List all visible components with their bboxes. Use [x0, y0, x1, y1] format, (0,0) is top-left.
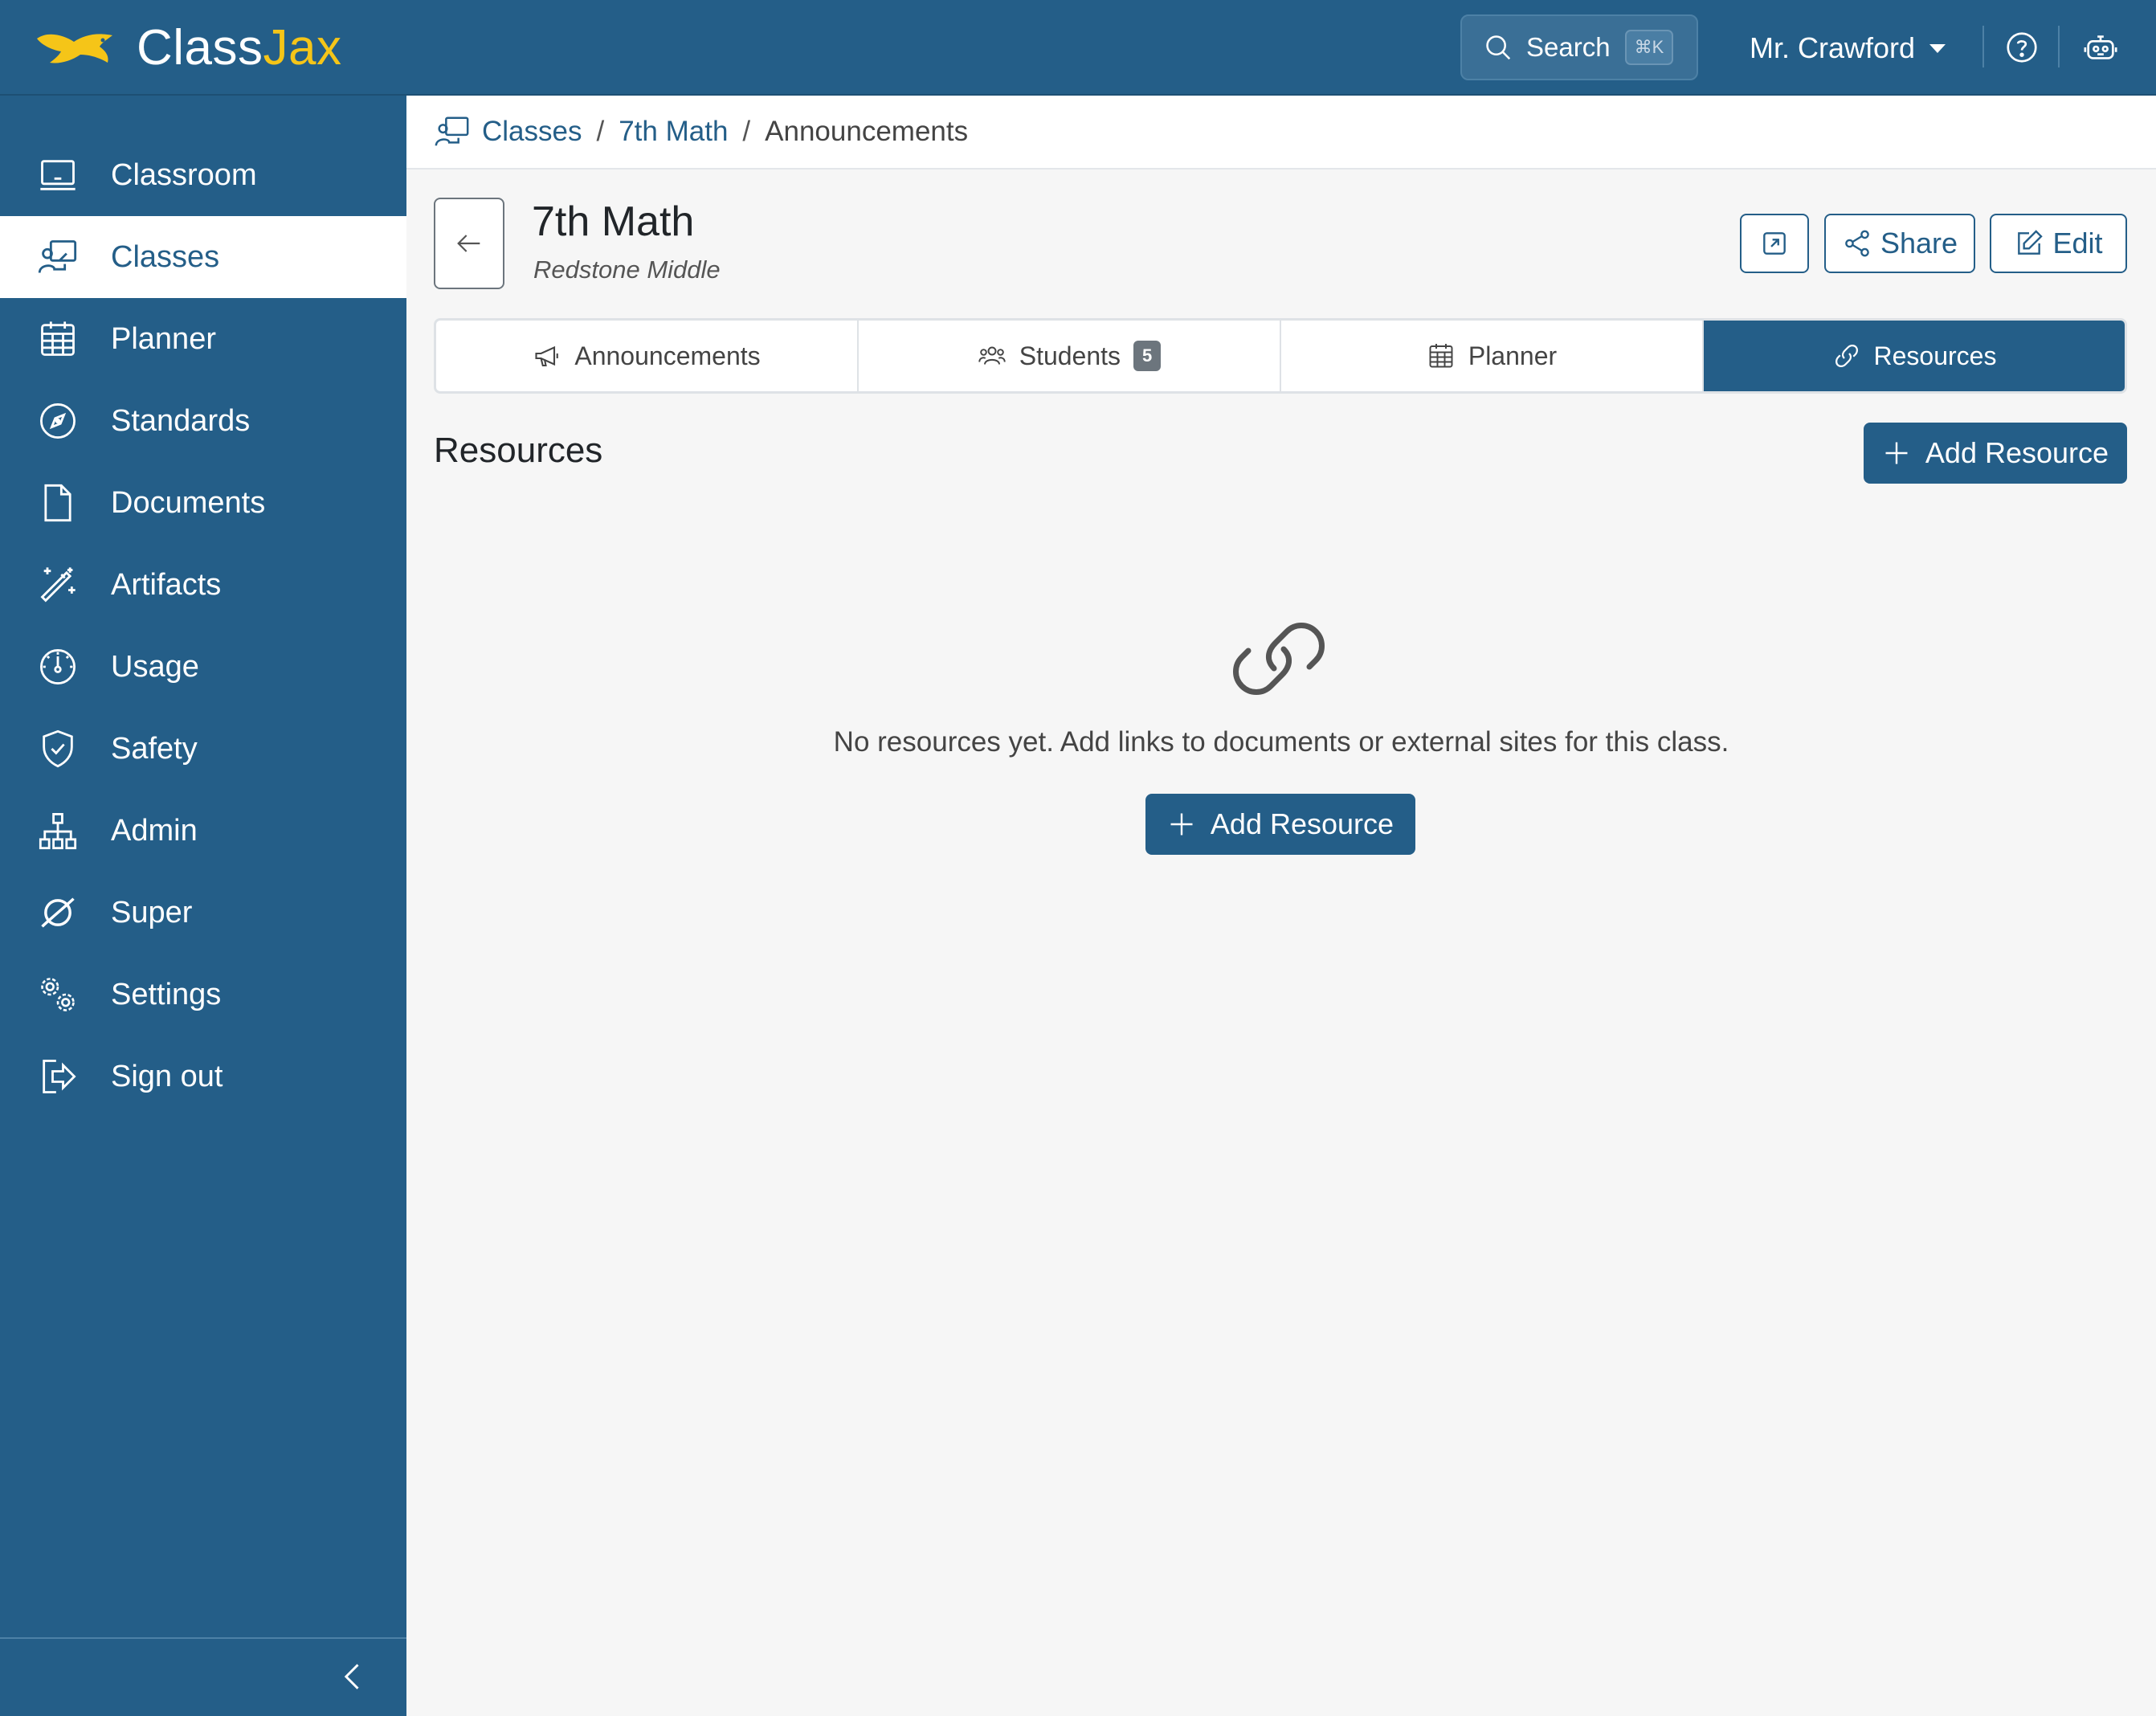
sidebar-item-label: Documents	[111, 485, 266, 520]
sidebar-item-standards[interactable]: Standards	[0, 380, 406, 462]
search-icon	[1486, 35, 1511, 60]
add-resource-label: Add Resource	[1210, 807, 1394, 840]
add-resource-label: Add Resource	[1925, 436, 2109, 469]
students-count-badge: 5	[1133, 341, 1162, 371]
chevron-down-icon	[1929, 43, 1946, 53]
shield-check-icon	[35, 726, 80, 771]
sidebar-item-label: Artifacts	[111, 567, 222, 602]
calendar-icon	[1429, 344, 1453, 368]
people-icon	[978, 346, 1006, 365]
user-name: Mr. Crawford	[1750, 31, 1916, 64]
megaphone-icon	[535, 345, 559, 367]
calendar-grid-icon	[35, 317, 80, 362]
document-icon	[35, 480, 80, 525]
share-label: Share	[1880, 227, 1958, 259]
gears-icon	[35, 972, 80, 1017]
school-name: Redstone Middle	[533, 255, 721, 284]
teacher-board-icon	[35, 235, 80, 280]
breadcrumb-link-class[interactable]: 7th Math	[619, 116, 728, 148]
edit-label: Edit	[2052, 227, 2103, 259]
compass-icon	[35, 398, 80, 443]
tab-resources[interactable]: Resources	[1704, 321, 2125, 391]
sidebar-item-label: Planner	[111, 321, 216, 356]
section-title: Resources	[434, 431, 603, 470]
sidebar-item-label: Usage	[111, 649, 199, 684]
top-navbar: ClassJax Search ⌘K Mr. Crawford	[0, 0, 2156, 96]
tab-planner[interactable]: Planner	[1281, 321, 1704, 391]
plus-icon	[1885, 442, 1908, 464]
empty-add-resource-button[interactable]: Add Resource	[1145, 794, 1415, 855]
search-shortcut: ⌘K	[1624, 30, 1674, 65]
tab-label: Planner	[1468, 341, 1558, 370]
class-tabs: Announcements Students 5 Planner Resourc…	[434, 318, 2127, 394]
search-label: Search	[1526, 32, 1611, 62]
robot-icon[interactable]	[2082, 29, 2119, 66]
add-resource-button[interactable]: Add Resource	[1864, 423, 2127, 484]
open-external-button[interactable]	[1740, 214, 1809, 273]
sidebar-item-planner[interactable]: Planner	[0, 298, 406, 380]
sidebar-item-label: Sign out	[111, 1059, 223, 1093]
magic-wand-icon	[35, 562, 80, 607]
brand[interactable]: ClassJax	[32, 18, 342, 79]
sidebar: Classroom Classes Planner Standards Docu…	[0, 96, 406, 1716]
help-icon[interactable]	[2003, 29, 2040, 66]
arrow-left-icon	[457, 235, 480, 252]
plus-icon	[1170, 813, 1193, 836]
empty-state-message: No resources yet. Add links to documents…	[833, 726, 1729, 758]
breadcrumb-separator: /	[596, 116, 605, 147]
sidebar-item-safety[interactable]: Safety	[0, 708, 406, 790]
tab-announcements[interactable]: Announcements	[436, 321, 859, 391]
collapse-sidebar-button[interactable]	[331, 1654, 376, 1699]
breadcrumb-current: Announcements	[765, 116, 969, 147]
planet-icon	[35, 890, 80, 935]
edit-icon	[2018, 230, 2044, 255]
sidebar-item-super[interactable]: Super	[0, 872, 406, 954]
breadcrumb-separator: /	[742, 116, 751, 147]
sidebar-item-usage[interactable]: Usage	[0, 626, 406, 708]
breadcrumb: Classes / 7th Math / Announcements	[406, 96, 2156, 170]
back-button[interactable]	[434, 198, 504, 289]
breadcrumb-link-classes[interactable]: Classes	[482, 116, 582, 148]
tab-label: Students	[1019, 341, 1121, 370]
divider	[1982, 26, 1984, 67]
brand-name: ClassJax	[137, 20, 342, 76]
page-title: 7th Math	[532, 198, 695, 245]
sidebar-item-classroom[interactable]: Classroom	[0, 134, 406, 216]
share-icon	[1845, 230, 1869, 257]
tab-label: Resources	[1873, 341, 1997, 370]
divider	[2058, 26, 2060, 67]
gauge-icon	[35, 644, 80, 689]
link-icon	[1835, 345, 1858, 367]
sidebar-item-label: Admin	[111, 813, 198, 848]
sidebar-item-label: Classes	[111, 239, 220, 274]
sidebar-item-label: Super	[111, 895, 193, 930]
box-arrow-up-right-icon	[1763, 232, 1786, 255]
sidebar-item-label: Settings	[111, 977, 222, 1011]
search-button[interactable]: Search ⌘K	[1460, 14, 1698, 80]
user-menu[interactable]: Mr. Crawford	[1750, 24, 1946, 72]
monitor-icon	[35, 153, 80, 198]
sign-out-icon	[35, 1054, 80, 1099]
sidebar-item-sign-out[interactable]: Sign out	[0, 1036, 406, 1117]
chevron-left-icon	[344, 1664, 359, 1689]
org-chart-icon	[35, 808, 80, 853]
sidebar-item-artifacts[interactable]: Artifacts	[0, 544, 406, 626]
sidebar-item-settings[interactable]: Settings	[0, 954, 406, 1036]
sidebar-divider	[0, 1637, 406, 1639]
sidebar-item-label: Safety	[111, 731, 198, 766]
edit-button[interactable]: Edit	[1990, 214, 2127, 273]
teacher-board-icon	[435, 116, 469, 146]
jaguar-logo-icon	[37, 34, 112, 63]
tab-students[interactable]: Students 5	[859, 321, 1281, 391]
tab-label: Announcements	[574, 341, 761, 370]
sidebar-item-documents[interactable]: Documents	[0, 462, 406, 544]
sidebar-item-label: Classroom	[111, 157, 257, 192]
link-icon	[1233, 623, 1325, 695]
sidebar-item-admin[interactable]: Admin	[0, 790, 406, 872]
sidebar-item-classes[interactable]: Classes	[0, 216, 406, 298]
sidebar-item-label: Standards	[111, 403, 251, 438]
share-button[interactable]: Share	[1824, 214, 1975, 273]
